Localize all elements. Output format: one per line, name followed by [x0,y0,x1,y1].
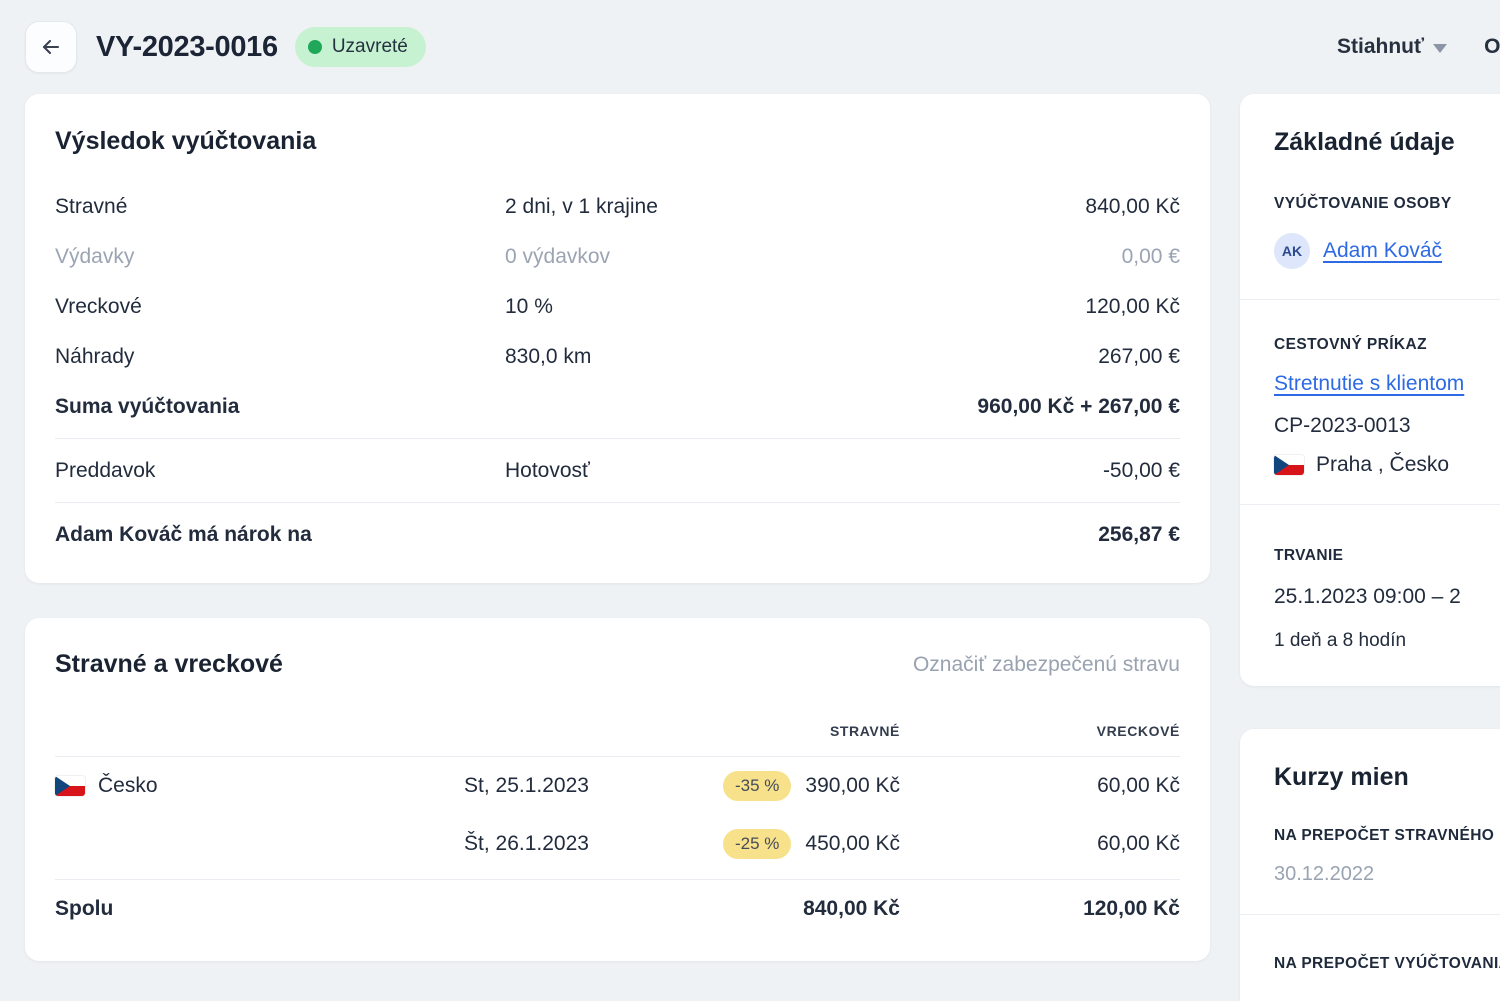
summary-row-label: Suma vyúčtovania [55,395,505,419]
summary-row-amount: 840,00 Kč [1085,195,1180,219]
meal-row-country: Česko [55,774,464,798]
summary-row-label: Stravné [55,195,505,219]
topbar: VY-2023-0016 Uzavreté Stiahnuť O [0,0,1500,94]
meals-card-title: Stravné a vreckové [55,650,283,679]
trip-order-location: Praha , Česko [1316,453,1449,477]
trip-order-location-row: Praha , Česko [1274,453,1500,477]
summary-row-amount: 0,00 € [1122,245,1180,269]
duration-range: 25.1.2023 09:00 – 2 [1274,585,1500,609]
meal-rate-label: NA PREPOČET STRAVNÉHO [1274,827,1500,845]
meals-total-row: Spolu 840,00 Kč 120,00 Kč [55,879,1180,937]
total-stravne: 840,00 Kč [684,897,900,921]
summary-card-title: Výsledok vyúčtovania [55,127,1180,156]
meal-row-date: Št, 26.1.2023 [464,832,684,856]
exchange-rates-title: Kurzy mien [1274,763,1500,792]
settlement-rate-label: NA PREPOČET VYÚČTOVANIA [1274,955,1500,973]
discount-badge: -35 % [723,771,791,801]
summary-row: Suma vyúčtovania 960,00 Kč + 267,00 € [55,382,1180,432]
divider [1240,504,1500,505]
total-vreckove: 120,00 Kč [900,897,1180,921]
summary-row: Stravné2 dni, v 1 krajine840,00 Kč [55,182,1180,232]
meal-row-vreckove: 60,00 Kč [900,774,1180,798]
status-badge: Uzavreté [295,27,426,67]
trip-order-section-label: CESTOVNÝ PRÍKAZ [1274,336,1500,354]
czech-flag-icon [1274,455,1304,475]
download-label: Stiahnuť [1337,35,1424,59]
back-button[interactable] [25,21,77,73]
meal-table-row: Česko St, 25.1.2023 -35 % 390,00 Kč60,00 Kč [55,757,1180,815]
summary-row-amount: 267,00 € [1098,345,1180,369]
summary-row-amount: 120,00 Kč [1085,295,1180,319]
summary-row-amount: 256,87 € [1098,523,1180,547]
stravne-amount: 450,00 Kč [805,832,900,856]
topbar-actions: Stiahnuť O [1337,0,1500,94]
summary-row-label: Vreckové [55,295,505,319]
summary-row-amount: -50,00 € [1103,459,1180,483]
meal-row-date: St, 25.1.2023 [464,774,684,798]
summary-row: Výdavky0 výdavkov0,00 € [55,232,1180,282]
content: Výsledok vyúčtovania Stravné2 dni, v 1 k… [0,94,1500,1001]
meals-card-header: Stravné a vreckové Označiť zabezpečenú s… [55,650,1180,679]
meal-rate-date: 30.12.2022 [1274,863,1500,886]
summary-row: PreddavokHotovosť-50,00 € [55,446,1180,496]
meals-table-body: ČeskoSt, 25.1.2023-35 %390,00 Kč60,00 Kč… [55,757,1180,873]
czech-flag-icon [55,776,85,796]
summary-row: Vreckové10 %120,00 Kč [55,282,1180,332]
person-section-label: VYÚČTOVANIE OSOBY [1274,195,1500,213]
stravne-amount: 390,00 Kč [805,774,900,798]
mark-provided-meals-button[interactable]: Označiť zabezpečenú stravu [913,653,1180,677]
more-button[interactable]: O [1484,35,1500,59]
summary-row-label: Náhrady [55,345,505,369]
discount-badge: -25 % [723,829,791,859]
page-title: VY-2023-0016 [96,31,278,64]
settlement-summary-card: Výsledok vyúčtovania Stravné2 dni, v 1 k… [25,94,1210,583]
column-header-vreckove: VRECKOVÉ [900,723,1180,739]
summary-row-label: Adam Kováč má nárok na [55,523,505,547]
summary-row-detail: Hotovosť [505,459,1103,483]
summary-row-detail: 10 % [505,295,1085,319]
meals-table-header: STRAVNÉ VRECKOVÉ [55,705,1180,757]
person-link[interactable]: Adam Kováč [1323,239,1442,263]
status-label: Uzavreté [332,36,408,58]
summary-rows: Stravné2 dni, v 1 krajine840,00 KčVýdavk… [55,182,1180,560]
trip-order-number: CP-2023-0013 [1274,414,1500,438]
divider [55,438,1180,439]
divider [1240,914,1500,915]
summary-row: Náhrady830,0 km267,00 € [55,332,1180,382]
summary-row-detail: 830,0 km [505,345,1098,369]
meal-row-stravne: -25 % 450,00 Kč [684,829,900,859]
basic-info-title: Základné údaje [1274,128,1500,157]
divider [1240,299,1500,300]
country-name: Česko [98,774,158,798]
basic-info-card: Základné údaje VYÚČTOVANIE OSOBY AK Adam… [1240,94,1500,686]
person-row: AK Adam Kováč [1274,233,1500,269]
total-label: Spolu [55,897,464,921]
download-button[interactable]: Stiahnuť [1337,35,1447,59]
summary-row-amount: 960,00 Kč + 267,00 € [977,395,1180,419]
meal-row-stravne: -35 % 390,00 Kč [684,771,900,801]
back-arrow-icon [39,35,63,59]
status-dot-icon [308,40,322,54]
meal-row-vreckove: 60,00 Kč [900,832,1180,856]
avatar: AK [1274,233,1310,269]
summary-row-label: Výdavky [55,245,505,269]
summary-row-label: Preddavok [55,459,505,483]
sidebar: Základné údaje VYÚČTOVANIE OSOBY AK Adam… [1240,94,1500,1001]
chevron-down-icon [1433,44,1447,53]
trip-order-link[interactable]: Stretnutie s klientom [1274,372,1464,396]
meal-table-row: Št, 26.1.2023 -25 % 450,00 Kč60,00 Kč [55,815,1180,873]
divider [55,502,1180,503]
summary-row-detail: 0 výdavkov [505,245,1122,269]
duration-length: 1 deň a 8 hodín [1274,630,1500,652]
column-header-stravne: STRAVNÉ [684,723,900,739]
duration-section-label: TRVANIE [1274,547,1500,565]
main-column: Výsledok vyúčtovania Stravné2 dni, v 1 k… [25,94,1210,961]
summary-row: Adam Kováč má nárok na 256,87 € [55,510,1180,560]
meals-card: Stravné a vreckové Označiť zabezpečenú s… [25,618,1210,961]
summary-row-detail: 2 dni, v 1 krajine [505,195,1085,219]
exchange-rates-card: Kurzy mien NA PREPOČET STRAVNÉHO 30.12.2… [1240,729,1500,1001]
